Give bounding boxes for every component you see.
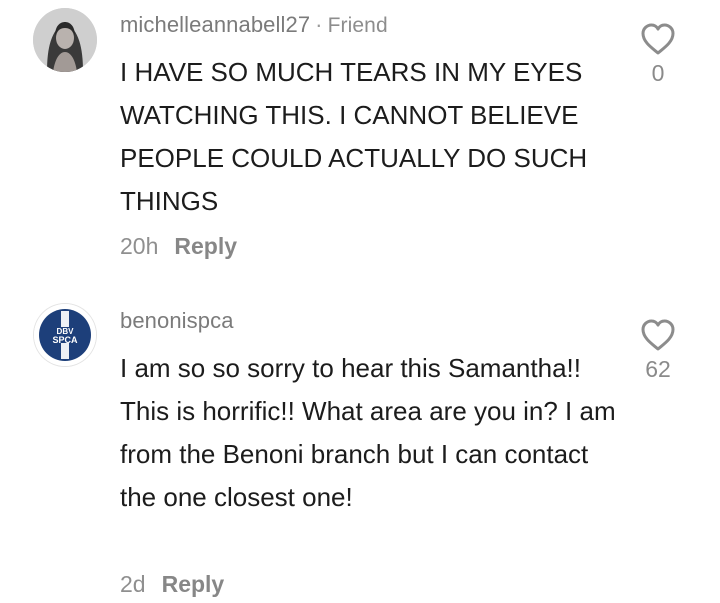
spca-logo-avatar-icon: DBV SPCA xyxy=(34,304,96,366)
username-link[interactable]: benonispca xyxy=(120,308,234,333)
comment-timestamp: 2d xyxy=(120,571,146,597)
reply-button[interactable]: Reply xyxy=(162,571,225,597)
comment-username-row: benonispca xyxy=(120,308,234,334)
like-count: 62 xyxy=(645,356,671,382)
comment-meta: 2d Reply xyxy=(120,571,224,598)
logo-text-bottom: SPCA xyxy=(52,335,78,345)
comment-item: DBV SPCA benonispca I am so so sorry to … xyxy=(0,0,720,603)
heart-icon xyxy=(641,319,675,351)
comment-text: I am so so sorry to hear this Samantha!!… xyxy=(120,353,616,512)
like-button[interactable]: 62 xyxy=(634,318,682,383)
avatar[interactable]: DBV SPCA xyxy=(33,303,97,367)
